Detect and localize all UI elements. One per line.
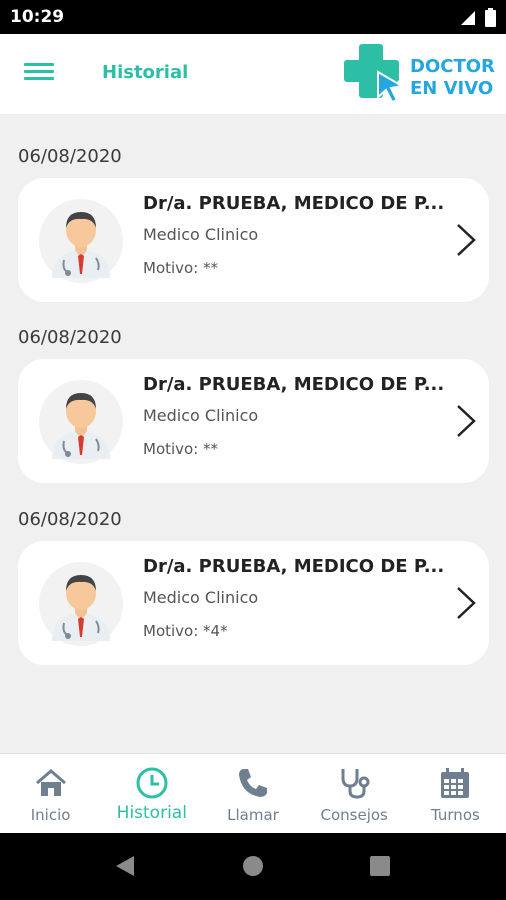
logo-text: DOCTOR EN VIVO xyxy=(410,56,495,100)
bottom-nav: Inicio Historial Llamar Consejos Turnos xyxy=(0,753,506,833)
home-icon xyxy=(35,769,66,796)
logo-line2: EN VIVO xyxy=(410,78,494,99)
phone-icon xyxy=(239,769,267,797)
nav-item-turnos[interactable]: Turnos xyxy=(405,754,506,833)
date-label: 06/08/2020 xyxy=(18,327,122,348)
nav-item-historial[interactable]: Historial xyxy=(101,754,202,833)
chevron-right-icon xyxy=(457,224,476,256)
status-time: 10:29 xyxy=(10,7,65,27)
nav-label: Consejos xyxy=(320,806,388,824)
date-label: 06/08/2020 xyxy=(18,146,122,167)
history-list: 06/08/2020 Dr/a. PRUEBA, MEDICO DE P... … xyxy=(0,114,506,753)
doctor-specialty: Medico Clinico xyxy=(143,588,259,607)
nav-item-inicio[interactable]: Inicio xyxy=(0,754,101,833)
nav-label: Turnos xyxy=(431,806,480,824)
page-title: Historial xyxy=(102,62,189,83)
back-icon[interactable] xyxy=(114,854,136,878)
battery-icon xyxy=(485,8,496,27)
nav-label: Inicio xyxy=(30,806,71,824)
app-bar: Historial DOCTOR EN VIVO xyxy=(0,34,506,114)
logo-line1: DOCTOR xyxy=(410,56,495,77)
doctor-name: Dr/a. PRUEBA, MEDICO DE P... xyxy=(143,374,445,395)
doctor-avatar-icon xyxy=(39,562,123,646)
logo-cross-icon xyxy=(344,44,405,104)
calendar-icon xyxy=(441,768,470,798)
home-circle-icon[interactable] xyxy=(242,855,264,877)
appointment-card[interactable]: Dr/a. PRUEBA, MEDICO DE P... Medico Clin… xyxy=(18,541,489,665)
nav-label: Llamar xyxy=(227,806,279,824)
menu-icon[interactable] xyxy=(24,59,54,89)
status-icons xyxy=(459,8,496,27)
nav-label: Historial xyxy=(116,803,187,823)
status-bar: 10:29 xyxy=(0,0,506,34)
date-label: 06/08/2020 xyxy=(18,509,122,530)
clock-icon xyxy=(136,767,168,799)
doctor-specialty: Medico Clinico xyxy=(143,225,259,244)
appointment-card[interactable]: Dr/a. PRUEBA, MEDICO DE P... Medico Clin… xyxy=(18,178,489,302)
doctor-specialty: Medico Clinico xyxy=(143,406,259,425)
appointment-reason: Motivo: ** xyxy=(143,440,219,458)
chevron-right-icon xyxy=(457,405,476,437)
doctor-name: Dr/a. PRUEBA, MEDICO DE P... xyxy=(143,193,445,214)
appointment-reason: Motivo: ** xyxy=(143,259,219,277)
appointment-reason: Motivo: *4* xyxy=(143,622,228,640)
doctor-en-vivo-logo: DOCTOR EN VIVO xyxy=(344,40,504,108)
nav-item-consejos[interactable]: Consejos xyxy=(304,754,405,833)
stethoscope-icon xyxy=(341,769,370,799)
doctor-name: Dr/a. PRUEBA, MEDICO DE P... xyxy=(143,556,445,577)
appointment-card[interactable]: Dr/a. PRUEBA, MEDICO DE P... Medico Clin… xyxy=(18,359,489,483)
doctor-avatar-icon xyxy=(39,380,123,464)
recents-icon[interactable] xyxy=(370,856,390,876)
doctor-avatar-icon xyxy=(39,199,123,283)
nav-item-llamar[interactable]: Llamar xyxy=(202,754,303,833)
chevron-right-icon xyxy=(457,587,476,619)
system-nav-bar xyxy=(0,833,506,900)
signal-icon xyxy=(461,10,475,25)
